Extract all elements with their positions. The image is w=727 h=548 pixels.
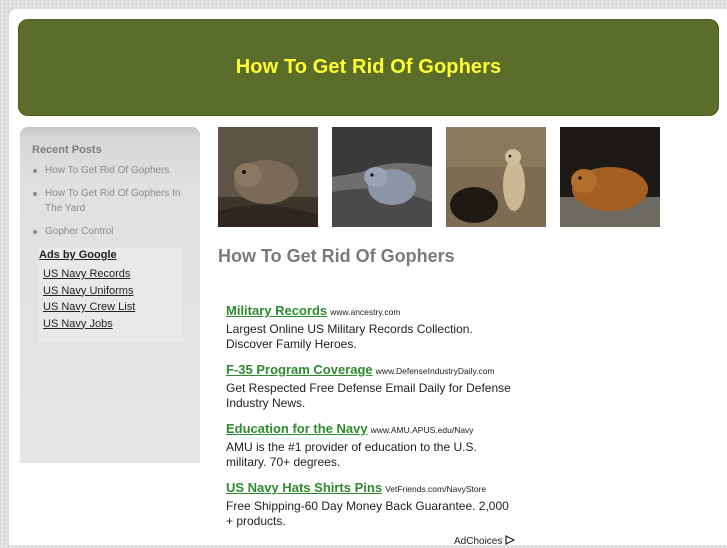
gopher-photo-3[interactable] [446, 127, 546, 227]
sidebar-ad-link[interactable]: US Navy Records [43, 266, 135, 283]
ad-url[interactable]: www.AMU.APUS.edu/Navy [371, 425, 474, 435]
ad-title-link[interactable]: Education for the Navy [226, 421, 368, 436]
ad-title-link[interactable]: Military Records [226, 303, 327, 318]
gopher-photo-1[interactable] [218, 127, 318, 227]
recent-post-link[interactable]: How To Get Rid Of Gophers In The Yard [45, 188, 180, 214]
recent-post-link[interactable]: Gopher Control [45, 226, 113, 237]
sidebar-ad-link[interactable]: US Navy Crew List [43, 299, 135, 316]
ad-description: Largest Online US Military Records Colle… [226, 322, 473, 351]
adchoices-link[interactable]: AdChoices [454, 535, 516, 548]
recent-post-item[interactable]: How To Get Rid Of Gophers [32, 163, 192, 178]
site-header: How To Get Rid Of Gophers [18, 19, 719, 116]
ad-title-link[interactable]: F-35 Program Coverage [226, 362, 373, 377]
ad-description: AMU is the #1 provider of education to t… [226, 440, 477, 469]
ad-description: Get Respected Free Defense Email Daily f… [226, 381, 511, 410]
ad-item: F-35 Program Coverage www.DefenseIndustry… [226, 361, 526, 411]
ad-item: US Navy Hats Shirts Pins VetFriends.com/N… [226, 479, 526, 529]
gopher-photo-4[interactable] [560, 127, 660, 227]
ad-url[interactable]: www.DefenseIndustryDaily.com [376, 366, 495, 376]
site-title[interactable]: How To Get Rid Of Gophers [236, 56, 501, 79]
bullet-icon [33, 192, 37, 196]
ads-by-google-link[interactable]: Ads by Google [39, 249, 117, 261]
sidebar-ad-link[interactable]: US Navy Jobs [43, 316, 135, 333]
google-ad-unit: Military Records www.ancestry.com Largest… [226, 302, 526, 538]
ad-url[interactable]: VetFriends.com/NavyStore [385, 484, 486, 494]
recent-post-item[interactable]: How To Get Rid Of Gophers In The Yard [32, 186, 192, 216]
ad-item: Education for the Navy www.AMU.APUS.edu/N… [226, 420, 526, 470]
sidebar-ad-link[interactable]: US Navy Uniforms [43, 283, 135, 300]
ad-title-link[interactable]: US Navy Hats Shirts Pins [226, 480, 382, 495]
adchoices-icon [505, 535, 516, 548]
recent-posts-list: How To Get Rid Of Gophers How To Get Rid… [32, 163, 192, 247]
adchoices-label: AdChoices [454, 536, 503, 547]
ad-item: Military Records www.ancestry.com Largest… [226, 302, 526, 352]
bullet-icon [33, 230, 37, 234]
bullet-icon [33, 169, 37, 173]
recent-post-item[interactable]: Gopher Control [32, 224, 192, 239]
gopher-photo-2[interactable] [332, 127, 432, 227]
recent-post-link[interactable]: How To Get Rid Of Gophers [45, 165, 169, 176]
ad-url[interactable]: www.ancestry.com [330, 307, 400, 317]
recent-posts-heading: Recent Posts [32, 144, 102, 156]
sidebar: Recent Posts How To Get Rid Of Gophers H… [20, 127, 200, 463]
ad-description: Free Shipping-60 Day Money Back Guarante… [226, 499, 509, 528]
sidebar-ad-links: US Navy Records US Navy Uniforms US Navy… [43, 266, 135, 332]
main-heading: How To Get Rid Of Gophers [218, 246, 455, 266]
sidebar-ads-box: Ads by Google US Navy Records US Navy Un… [38, 248, 183, 342]
